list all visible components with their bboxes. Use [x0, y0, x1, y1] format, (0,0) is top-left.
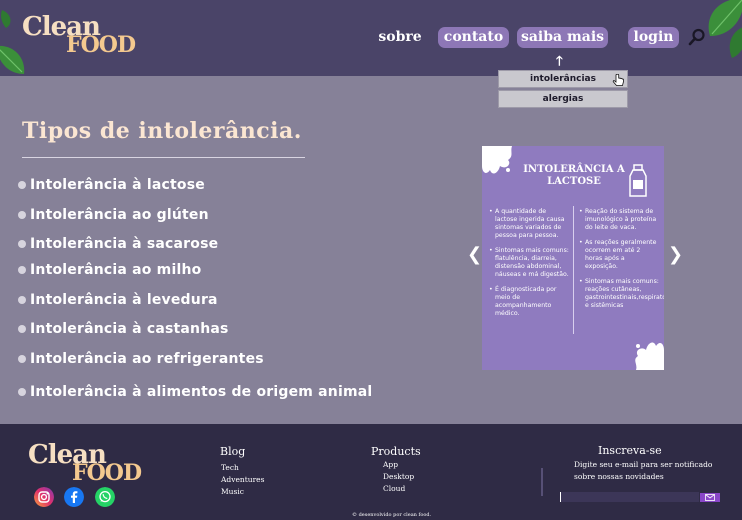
carousel-slide: INTOLERÂNCIA A LACTOSE A quantidade de l…	[482, 146, 664, 370]
footer-link-cloud[interactable]: Cloud	[383, 484, 405, 493]
nav-contato[interactable]: contato	[438, 27, 509, 48]
mail-icon	[705, 494, 715, 501]
list-item-label: Intolerância à sacarose	[30, 236, 219, 252]
list-item-label: Intolerância ao refrigerantes	[30, 351, 264, 367]
facebook-icon[interactable]	[64, 487, 84, 507]
whatsapp-icon[interactable]	[95, 487, 115, 507]
dropdown-item-label: alergias	[542, 94, 584, 104]
title-divider	[22, 157, 305, 158]
list-item[interactable]: Intolerância à sacarose	[18, 234, 218, 254]
footer-divider	[541, 468, 543, 496]
list-item[interactable]: Intolerância à levedura	[18, 290, 218, 310]
nav-sobre[interactable]: sobre	[374, 27, 426, 48]
bullet-icon	[18, 325, 26, 333]
footer-blog-title: Blog	[220, 445, 246, 458]
slide-point: Reação do sistema de imunológico à prote…	[579, 208, 659, 232]
footer-link-app[interactable]: App	[383, 460, 398, 469]
brand-logo[interactable]: Clean FOOD	[22, 14, 136, 60]
list-item-label: Intolerância ao glúten	[30, 207, 209, 223]
milk-splash-icon	[635, 342, 664, 370]
bullet-icon	[18, 181, 26, 189]
slide-point: As reações geralmente ocorrem em até 2 h…	[579, 239, 659, 271]
list-item[interactable]: Intolerância à lactose	[18, 175, 205, 195]
bullet-icon	[18, 355, 26, 363]
footer-brand-logo[interactable]: Clean FOOD	[28, 442, 142, 486]
milk-splash-icon	[482, 146, 512, 174]
footer-link-adventures[interactable]: Adventures	[221, 475, 264, 484]
slide-right-column: Reação do sistema de imunológico à prote…	[579, 208, 664, 317]
leaf-icon	[1, 10, 11, 28]
brand-line2: FOOD	[66, 32, 136, 58]
site-footer: Clean FOOD Blog Tech Adventures Music Pr…	[0, 424, 742, 520]
carousel-prev-button[interactable]: ❮	[467, 246, 482, 264]
instagram-icon[interactable]	[34, 487, 54, 507]
list-item-label: Intolerância ao milho	[30, 262, 202, 278]
site-header: Clean FOOD sobre contato saiba mais logi…	[0, 0, 742, 76]
nav-login[interactable]: login	[628, 27, 679, 48]
bullet-icon	[18, 388, 26, 396]
subscribe-button[interactable]	[700, 493, 720, 502]
carousel-next-button[interactable]: ❯	[668, 246, 683, 264]
footer-link-desktop[interactable]: Desktop	[383, 472, 414, 481]
list-item[interactable]: Intolerância à castanhas	[18, 319, 229, 339]
slide-divider	[573, 206, 574, 334]
list-item[interactable]: Intolerância ao refrigerantes	[18, 349, 264, 369]
pointer-hand-icon	[612, 74, 624, 86]
list-item[interactable]: Intolerância à alimentos de origem anima…	[18, 382, 372, 402]
slide-title: INTOLERÂNCIA A LACTOSE	[523, 164, 625, 187]
bullet-icon	[18, 211, 26, 219]
slide-point: A quantidade de lactose ingerida causa s…	[489, 208, 569, 240]
brand-line2: FOOD	[72, 460, 142, 486]
milk-bottle-icon	[629, 164, 647, 197]
email-field[interactable]	[560, 492, 699, 502]
subscribe-title: Inscreva-se	[598, 444, 662, 457]
list-item-label: Intolerância à lactose	[30, 177, 205, 193]
saiba-mais-dropdown: intolerâncias alergias	[498, 70, 628, 110]
page-title: Tipos de intolerância.	[22, 118, 302, 144]
slide-point: É diagnosticada por meio de acompanhamen…	[489, 286, 569, 318]
dropdown-item-alergias[interactable]: alergias	[498, 90, 628, 108]
footer-link-tech[interactable]: Tech	[221, 463, 239, 472]
list-item[interactable]: Intolerância ao milho	[18, 260, 201, 280]
slide-point: Sintomas mais comuns: flatulência, diarr…	[489, 247, 569, 279]
list-item-label: Intolerância à castanhas	[30, 321, 229, 337]
footer-link-music[interactable]: Music	[221, 487, 244, 496]
slide-point: Sintomas mais comuns: reações cutâneas, …	[579, 278, 664, 310]
copyright-text: © desenvolvido por clean food.	[352, 512, 432, 518]
bullet-icon	[18, 266, 26, 274]
leaf-icon	[708, 0, 742, 58]
dropdown-item-label: intolerâncias	[530, 74, 596, 84]
subscribe-description: Digite seu e-mail para ser notificado so…	[574, 460, 713, 481]
footer-products-title: Products	[371, 445, 421, 458]
bullet-icon	[18, 240, 26, 248]
list-item[interactable]: Intolerância ao glúten	[18, 205, 209, 225]
slide-left-column: A quantidade de lactose ingerida causa s…	[489, 208, 569, 325]
bullet-icon	[18, 296, 26, 304]
list-item-label: Intolerância à levedura	[30, 292, 218, 308]
nav-saiba-mais[interactable]: saiba mais	[517, 27, 608, 48]
list-item-label: Intolerância à alimentos de origem anima…	[30, 384, 373, 400]
dropdown-item-intolerancias[interactable]: intolerâncias	[498, 70, 628, 88]
search-icon[interactable]	[688, 28, 706, 46]
